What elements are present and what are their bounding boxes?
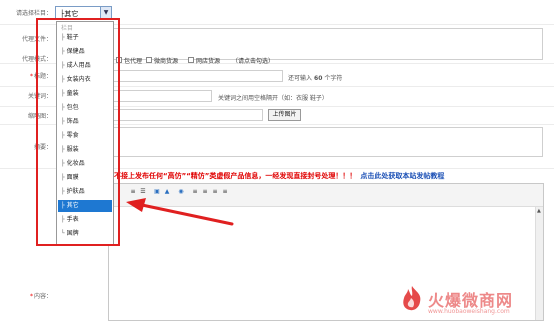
agent-method-option-2: 微商货源 xyxy=(154,58,179,65)
align-justify-icon[interactable]: ≡ xyxy=(221,188,229,196)
unordered-list-icon[interactable]: ☰ xyxy=(139,188,147,196)
thumbnail-input[interactable] xyxy=(108,109,263,121)
tutorial-link[interactable]: 点击此处获取本站发帖教程 xyxy=(360,172,444,180)
align-left-icon[interactable]: ≡ xyxy=(191,188,199,196)
title-input[interactable] xyxy=(108,70,283,82)
flame-logo-icon xyxy=(403,286,421,311)
watermark-url: www.huobaoweishang.com xyxy=(428,308,510,315)
warning-text: 不接上发布任何“高仿”“精仿”类虚假产品信息，一经发现直接封号处理！！！ xyxy=(114,172,357,180)
title-char-hint: 还可输入 60 个字符 xyxy=(288,75,343,82)
agent-method-option-3: 网店货源 xyxy=(196,58,221,65)
agent-method-hint: （请点击勾选） xyxy=(232,58,275,65)
content-label: 内容： xyxy=(33,293,52,300)
user-icon[interactable]: ▲ xyxy=(163,188,171,196)
keywords-input[interactable] xyxy=(108,90,212,102)
summary-textarea[interactable] xyxy=(108,127,543,157)
watermark-logo: 火爆微商网 www.huobaoweishang.com xyxy=(398,284,548,320)
agent-method-checkbox-2[interactable] xyxy=(146,57,152,63)
upload-image-button[interactable]: 上传图片 xyxy=(268,109,301,121)
align-center-icon[interactable]: ≡ xyxy=(201,188,209,196)
ordered-list-icon[interactable]: ≡ xyxy=(129,188,137,196)
column-label: 请选择栏目： xyxy=(15,10,52,17)
highlight-box xyxy=(36,18,120,246)
scroll-up-icon[interactable]: ▲ xyxy=(537,208,541,214)
agent-method-checkbox-3[interactable] xyxy=(188,57,194,63)
align-right-icon[interactable]: ≡ xyxy=(211,188,219,196)
editor-toolbar: I ≡ ☰ ▣ ▲ ◉ ≡ ≡ ≡ ≡ xyxy=(109,184,543,207)
image-icon[interactable]: ▣ xyxy=(153,188,161,196)
keywords-hint: 关键词之间用空格隔开（如：衣服 鞋子） xyxy=(218,95,328,102)
agent-method-option-1: 包代理 xyxy=(124,58,143,65)
globe-icon[interactable]: ◉ xyxy=(177,188,185,196)
warning-line: 不接上发布任何“高仿”“精仿”类虚假产品信息，一经发现直接封号处理！！！ 点击此处… xyxy=(114,171,444,181)
